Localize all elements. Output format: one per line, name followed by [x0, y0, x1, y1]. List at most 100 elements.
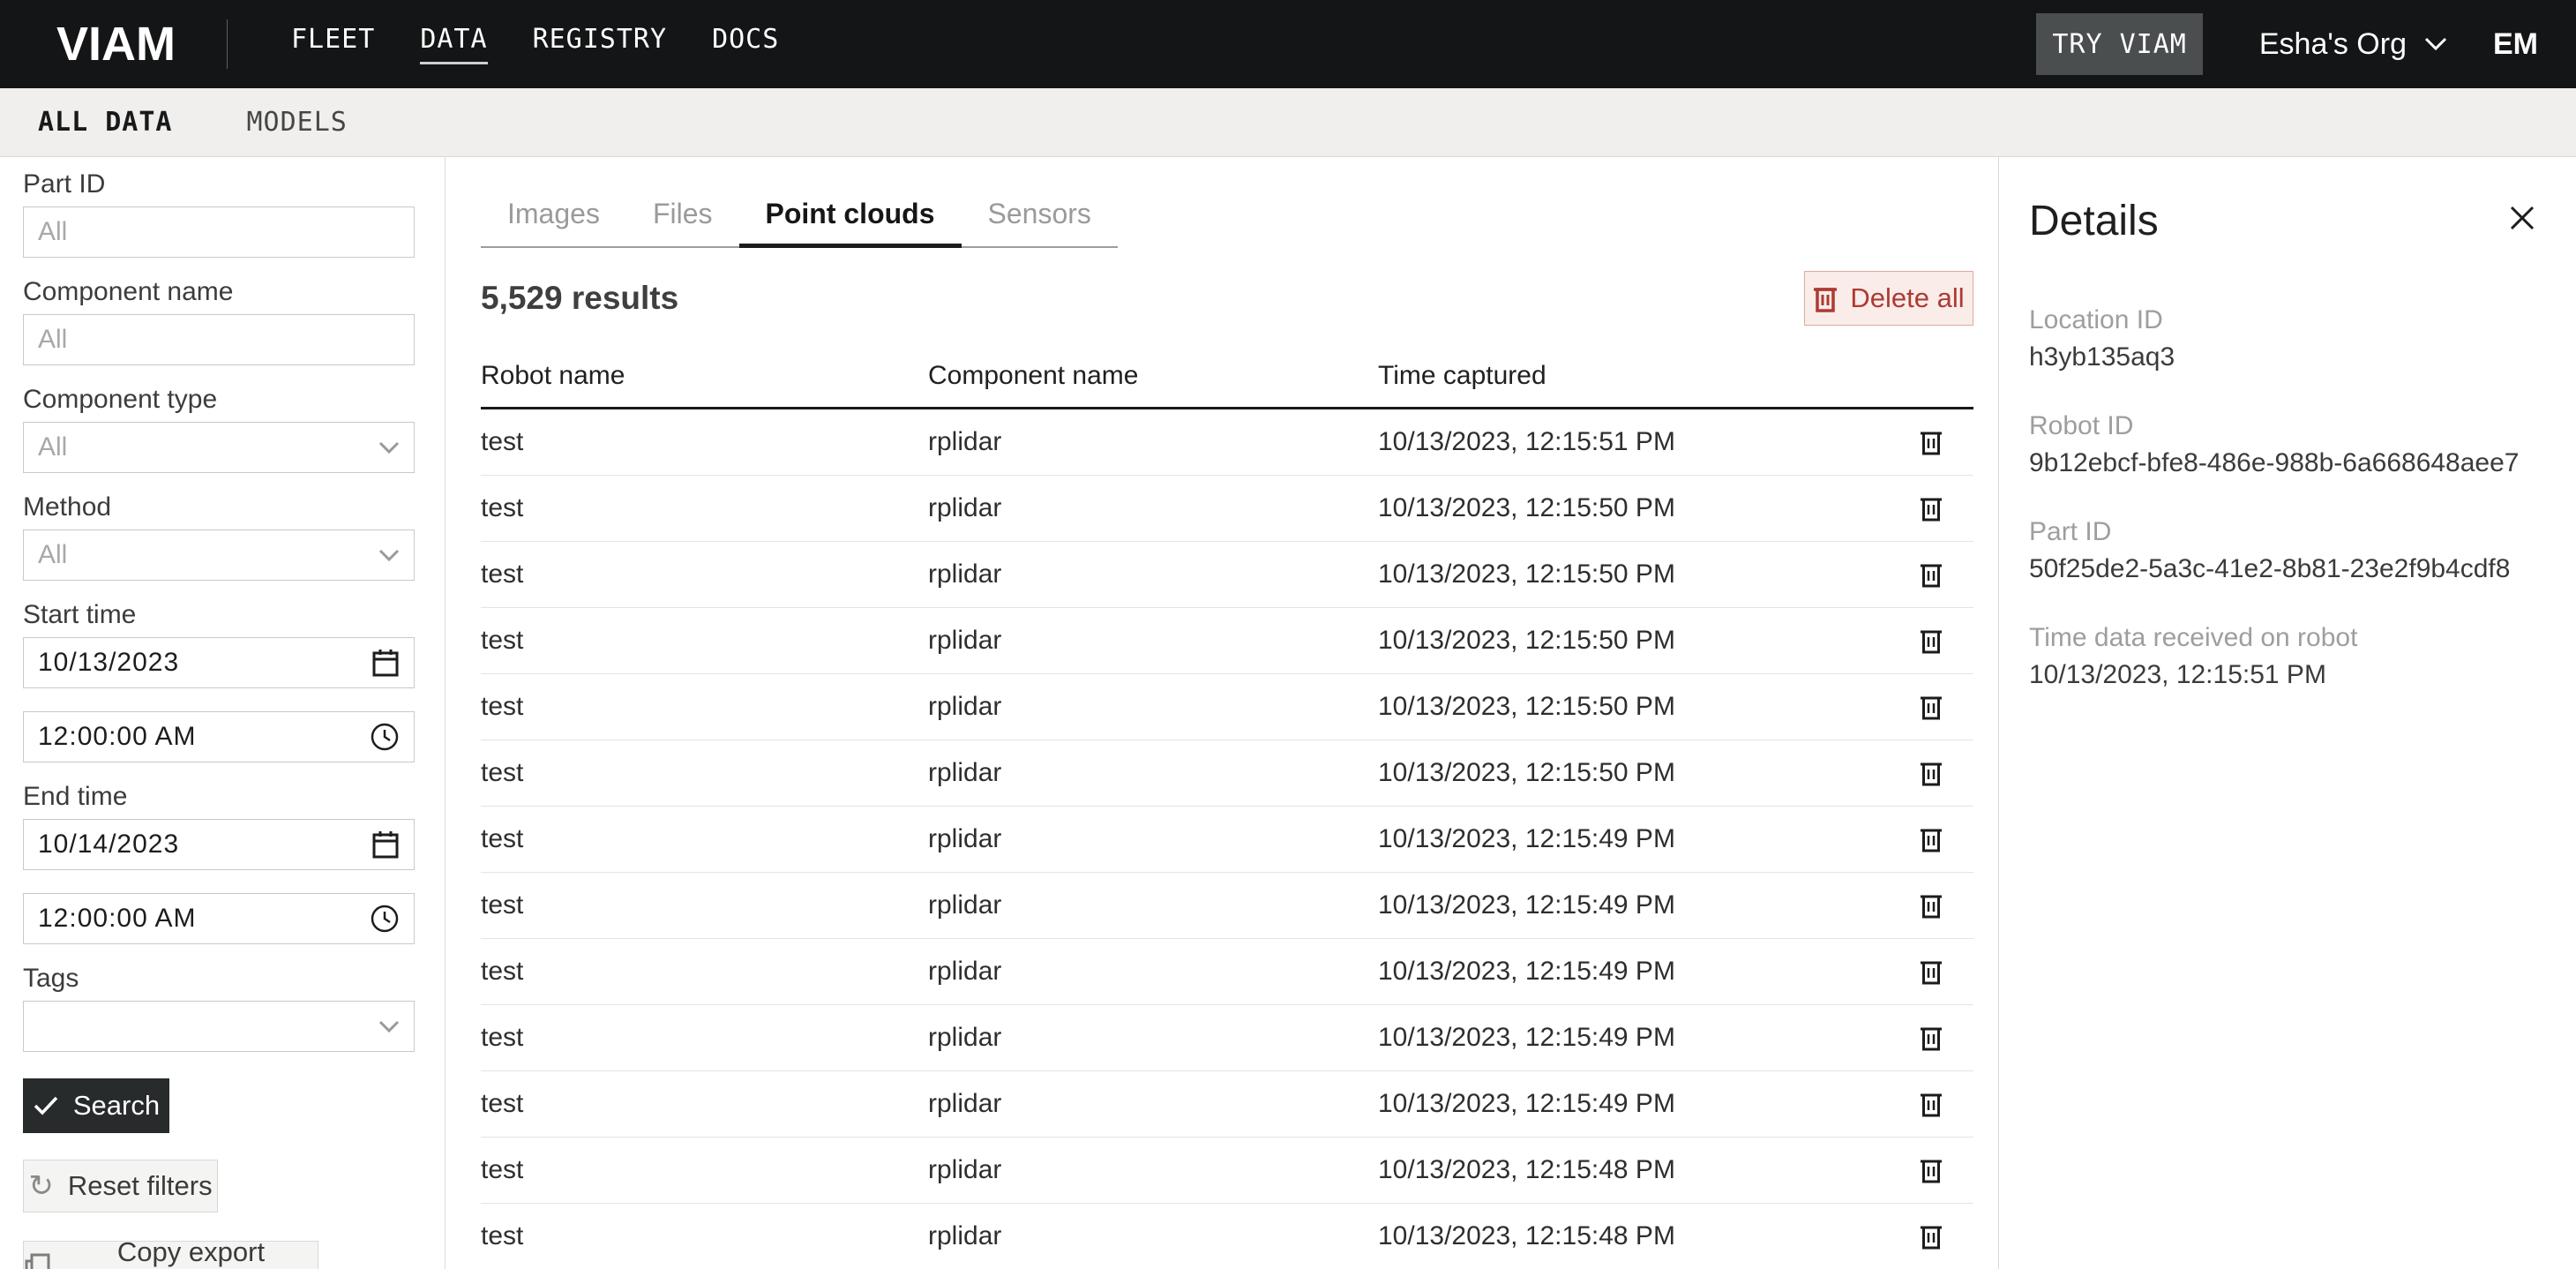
detail-field-robot-id: Robot ID 9b12ebcf-bfe8-486e-988b-6a66864… [2029, 409, 2541, 480]
table-row[interactable]: test rplidar 10/13/2023, 12:15:49 PM [481, 1005, 1973, 1071]
table-header: Robot name Component name Time captured [481, 361, 1973, 409]
cell-component-name: rplidar [928, 427, 1378, 457]
part-id-input[interactable] [23, 206, 415, 258]
delete-row-button[interactable] [1920, 892, 1943, 919]
cell-component-name: rplidar [928, 1155, 1378, 1185]
calendar-icon[interactable] [371, 648, 400, 678]
delete-row-button[interactable] [1920, 760, 1943, 786]
tab-images[interactable]: Images [481, 198, 626, 246]
cell-time-captured: 10/13/2023, 12:15:50 PM [1378, 692, 1888, 722]
column-robot-name: Robot name [481, 361, 928, 391]
try-viam-button[interactable]: TRY VIAM [2036, 13, 2203, 75]
viam-logo[interactable]: VIAM [56, 17, 176, 71]
cell-robot-name: test [481, 890, 928, 920]
cell-component-name: rplidar [928, 1023, 1378, 1053]
cell-time-captured: 10/13/2023, 12:15:49 PM [1378, 1089, 1888, 1119]
delete-row-button[interactable] [1920, 1223, 1943, 1250]
cell-robot-name: test [481, 692, 928, 722]
delete-row-button[interactable] [1920, 1091, 1943, 1117]
top-nav: VIAM FLEET DATA REGISTRY DOCS TRY VIAM E… [0, 0, 2576, 88]
cell-component-name: rplidar [928, 890, 1378, 920]
tab-models[interactable]: MODELS [247, 107, 348, 138]
table-row[interactable]: test rplidar 10/13/2023, 12:15:48 PM [481, 1138, 1973, 1204]
cell-time-captured: 10/13/2023, 12:15:50 PM [1378, 758, 1888, 788]
trash-icon [1920, 694, 1943, 720]
close-icon[interactable] [2507, 203, 2537, 233]
trash-icon [1920, 429, 1943, 455]
detail-value: 9b12ebcf-bfe8-486e-988b-6a668648aee7 [2029, 447, 2541, 480]
user-avatar[interactable]: EM [2493, 27, 2538, 62]
method-value: All [38, 540, 67, 570]
cell-time-captured: 10/13/2023, 12:15:49 PM [1378, 824, 1888, 854]
trash-icon [1920, 826, 1943, 852]
start-time-input[interactable]: 12:00:00 AM [23, 711, 415, 762]
component-type-select[interactable]: All [23, 422, 415, 473]
table-row[interactable]: test rplidar 10/13/2023, 12:15:49 PM [481, 1071, 1973, 1138]
table-body: test rplidar 10/13/2023, 12:15:51 PM tes… [481, 409, 1973, 1269]
cell-time-captured: 10/13/2023, 12:15:50 PM [1378, 493, 1888, 523]
delete-row-button[interactable] [1920, 627, 1943, 654]
tags-label: Tags [23, 964, 415, 994]
cell-time-captured: 10/13/2023, 12:15:49 PM [1378, 890, 1888, 920]
cell-robot-name: test [481, 1023, 928, 1053]
delete-row-button[interactable] [1920, 1157, 1943, 1183]
table-row[interactable]: test rplidar 10/13/2023, 12:15:49 PM [481, 807, 1973, 873]
results-count: 5,529 results [481, 280, 678, 317]
tags-select[interactable] [23, 1001, 415, 1052]
table-row[interactable]: test rplidar 10/13/2023, 12:15:49 PM [481, 939, 1973, 1005]
table-row[interactable]: test rplidar 10/13/2023, 12:15:50 PM [481, 476, 1973, 542]
clock-icon[interactable] [370, 722, 400, 752]
start-date-input[interactable]: 10/13/2023 [23, 637, 415, 688]
trash-icon [1920, 1223, 1943, 1250]
start-date-value: 10/13/2023 [38, 648, 179, 678]
cell-component-name: rplidar [928, 1089, 1378, 1119]
search-button[interactable]: Search [23, 1078, 169, 1133]
cell-robot-name: test [481, 427, 928, 457]
delete-row-button[interactable] [1920, 694, 1943, 720]
cell-robot-name: test [481, 1155, 928, 1185]
chevron-down-icon [378, 1020, 400, 1032]
cell-robot-name: test [481, 1221, 928, 1251]
detail-value: 10/13/2023, 12:15:51 PM [2029, 658, 2541, 692]
clock-icon[interactable] [370, 904, 400, 934]
method-label: Method [23, 492, 415, 522]
tab-sensors[interactable]: Sensors [962, 198, 1118, 246]
end-date-input[interactable]: 10/14/2023 [23, 819, 415, 870]
component-name-input[interactable] [23, 314, 415, 365]
copy-export-command-button[interactable]: Copy export command [23, 1241, 318, 1269]
nav-item-docs[interactable]: DOCS [712, 24, 779, 64]
delete-row-button[interactable] [1920, 826, 1943, 852]
reset-filters-label: Reset filters [68, 1170, 213, 1202]
start-time-label: Start time [23, 600, 415, 630]
method-select[interactable]: All [23, 529, 415, 581]
table-row[interactable]: test rplidar 10/13/2023, 12:15:50 PM [481, 674, 1973, 740]
delete-row-button[interactable] [1920, 958, 1943, 985]
calendar-icon[interactable] [371, 830, 400, 860]
delete-row-button[interactable] [1920, 1025, 1943, 1051]
point-clouds-table: Robot name Component name Time captured … [481, 361, 1973, 1269]
cell-time-captured: 10/13/2023, 12:15:48 PM [1378, 1221, 1888, 1251]
table-row[interactable]: test rplidar 10/13/2023, 12:15:50 PM [481, 740, 1973, 807]
tab-point-clouds[interactable]: Point clouds [739, 198, 962, 246]
nav-item-data[interactable]: DATA [420, 24, 487, 64]
tab-files[interactable]: Files [626, 198, 739, 246]
reset-filters-button[interactable]: ↻ Reset filters [23, 1160, 218, 1213]
org-switcher[interactable]: Esha's Org [2259, 27, 2447, 62]
delete-all-button[interactable]: Delete all [1804, 271, 1973, 326]
delete-row-button[interactable] [1920, 561, 1943, 588]
nav-item-fleet[interactable]: FLEET [291, 24, 375, 64]
nav-item-registry[interactable]: REGISTRY [533, 24, 668, 64]
org-name: Esha's Org [2259, 27, 2407, 62]
table-row[interactable]: test rplidar 10/13/2023, 12:15:51 PM [481, 409, 1973, 476]
primary-nav: FLEET DATA REGISTRY DOCS [291, 24, 779, 64]
filters-sidebar: Part ID Component name Component type Al… [0, 157, 446, 1269]
tab-all-data[interactable]: ALL DATA [38, 107, 173, 138]
delete-all-label: Delete all [1850, 282, 1964, 314]
table-row[interactable]: test rplidar 10/13/2023, 12:15:50 PM [481, 542, 1973, 608]
delete-row-button[interactable] [1920, 429, 1943, 455]
table-row[interactable]: test rplidar 10/13/2023, 12:15:50 PM [481, 608, 1973, 674]
delete-row-button[interactable] [1920, 495, 1943, 522]
table-row[interactable]: test rplidar 10/13/2023, 12:15:49 PM [481, 873, 1973, 939]
end-time-input[interactable]: 12:00:00 AM [23, 893, 415, 944]
table-row[interactable]: test rplidar 10/13/2023, 12:15:48 PM [481, 1204, 1973, 1269]
